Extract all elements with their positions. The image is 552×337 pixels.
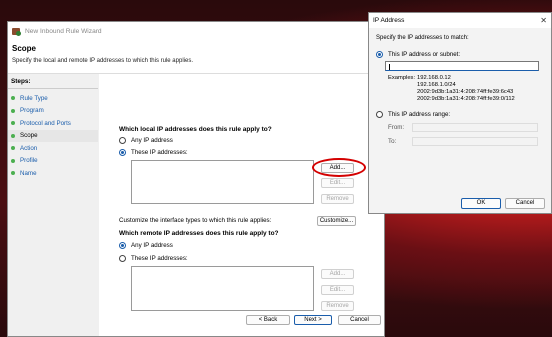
customize-text: Customize the interface types to which t… [119,217,272,224]
example-3: 2002:9d3b:1a31:4:208:74ff:fe39:6c43 [417,89,514,95]
radio-label: This IP address or subnet: [388,51,461,58]
ok-button[interactable]: OK [461,198,501,209]
step-name[interactable]: Name [8,167,98,180]
remote-these-radio[interactable]: These IP addresses: [119,255,188,262]
step-label: Name [20,169,37,177]
step-scope[interactable]: Scope [8,129,98,142]
step-bullet-icon [11,133,15,138]
from-label: From: [388,124,405,131]
step-label: Program [20,107,44,115]
dialog-titlebar: IP Address [369,13,551,28]
highlight-oval [312,158,366,177]
step-label: Action [20,144,38,152]
remote-question: Which remote IP addresses does this rule… [119,230,279,237]
steps-panel: Steps: Rule Type Program Protocol and Po… [8,74,98,336]
local-ip-list[interactable] [131,160,314,204]
radio-circle [119,255,126,262]
example-2: 192.168.1.0/24 [417,82,456,88]
steps-divider [8,88,98,89]
single-ip-radio[interactable]: This IP address or subnet: [376,51,460,58]
radio-circle [376,51,383,58]
customize-button[interactable]: Customize... [317,216,356,226]
remote-any-radio[interactable]: Any IP address [119,242,173,249]
local-edit-button[interactable]: Edit... [321,178,354,188]
steps-label: Steps: [11,78,31,85]
step-label: Rule Type [20,94,48,102]
ip-range-radio[interactable]: This IP address range: [376,111,450,118]
radio-label: These IP addresses: [131,149,188,156]
step-bullet-icon [11,108,15,113]
step-bullet-icon [11,146,15,151]
firewall-icon [12,27,21,36]
local-question: Which local IP addresses does this rule … [119,126,272,133]
local-any-radio[interactable]: Any IP address [119,137,173,144]
ip-address-input[interactable] [385,61,539,71]
step-label: Profile [20,157,38,165]
wizard-header: Scope Specify the local and remote IP ad… [8,40,384,74]
page-subtitle: Specify the local and remote IP addresse… [12,58,193,64]
text-caret [389,64,390,70]
local-these-radio[interactable]: These IP addresses: [119,149,188,156]
examples-label: Examples: [388,75,416,81]
back-button-visible[interactable]: < Back [246,315,290,325]
step-label: Scope [20,132,38,140]
radio-label: These IP addresses: [131,255,188,262]
dialog-prompt: Specify the IP addresses to match: [376,35,469,41]
wizard-title: New Inbound Rule Wizard [25,27,102,35]
step-bullet-icon [11,158,15,163]
radio-label: Any IP address [131,242,173,249]
remote-remove-button[interactable]: Remove [321,301,354,311]
wizard-window: New Inbound Rule Wizard Scope Specify th… [7,21,385,337]
wizard-cancel-button[interactable]: Cancel [338,315,381,325]
radio-label: Any IP address [131,137,173,144]
step-bullet-icon [11,96,15,101]
next-button[interactable]: Next > [294,315,332,325]
step-label: Protocol and Ports [20,119,71,127]
step-profile[interactable]: Profile [8,155,98,168]
local-remove-button[interactable]: Remove [321,194,354,204]
radio-circle [376,111,383,118]
dialog-title: IP Address [373,17,405,24]
example-1: 192.168.0.12 [417,75,451,81]
example-4: 2002:9d3b:1a31:4:208:74ff:fe39:0/112 [417,96,515,102]
step-bullet-icon [11,121,15,126]
wizard-titlebar: New Inbound Rule Wizard [8,22,384,40]
remote-edit-button[interactable]: Edit... [321,285,354,295]
dialog-cancel-button[interactable]: Cancel [505,198,545,209]
radio-circle [119,149,126,156]
from-input[interactable] [412,123,538,132]
step-action[interactable]: Action [8,142,98,155]
page-title: Scope [12,44,37,53]
step-protocol-ports[interactable]: Protocol and Ports [8,117,98,130]
close-icon[interactable]: ✕ [540,16,547,25]
radio-circle [119,242,126,249]
to-label: To: [388,138,397,145]
remote-ip-list[interactable] [131,266,314,311]
step-rule-type[interactable]: Rule Type [8,92,98,105]
radio-circle [119,137,126,144]
to-input[interactable] [412,137,538,146]
step-program[interactable]: Program [8,105,98,118]
step-bullet-icon [11,171,15,176]
remote-add-button[interactable]: Add... [321,269,354,279]
radio-label: This IP address range: [388,111,451,118]
scope-panel: Which local IP addresses does this rule … [99,74,384,336]
